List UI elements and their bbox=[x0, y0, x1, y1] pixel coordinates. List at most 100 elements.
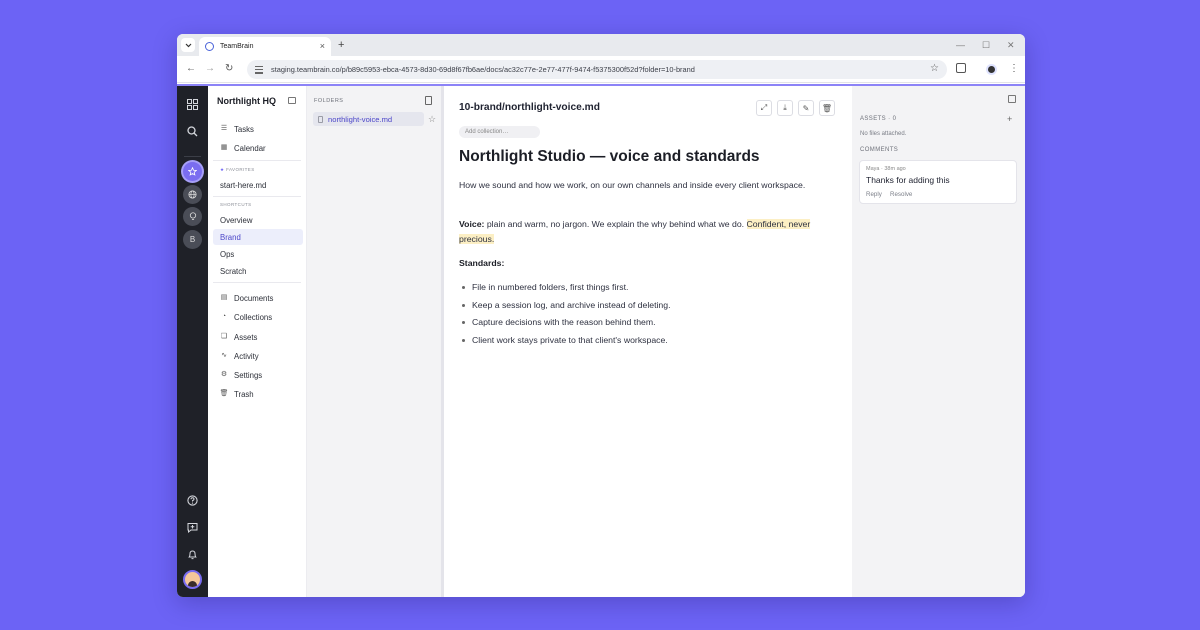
new-tab-button[interactable]: + bbox=[338, 38, 344, 52]
comments-caption: COMMENTS bbox=[860, 147, 899, 153]
browser-tab[interactable]: TeamBrain × bbox=[199, 37, 331, 56]
help-icon[interactable] bbox=[177, 490, 208, 510]
divider bbox=[213, 282, 301, 283]
shortcut-scratch[interactable]: Scratch bbox=[213, 263, 303, 279]
apps-grid-icon[interactable] bbox=[177, 94, 208, 114]
favorites-caption: ★ FAVORITES bbox=[220, 167, 255, 172]
tab-search-button[interactable] bbox=[181, 38, 195, 52]
panel-toggle-icon[interactable] bbox=[1008, 95, 1016, 103]
extensions-icon[interactable] bbox=[956, 63, 966, 73]
list-item: Client work stays private to that client… bbox=[459, 332, 671, 350]
sidebar-item-label: Assets bbox=[234, 332, 258, 342]
sidebar-favorite-start-here[interactable]: start-here.md bbox=[213, 177, 303, 193]
sidebar-item-assets[interactable]: ❏ Assets bbox=[213, 329, 303, 345]
site-settings-icon[interactable] bbox=[255, 65, 263, 74]
url-field[interactable]: staging.teambrain.co/p/b89c5953-ebca-457… bbox=[247, 60, 947, 79]
delete-icon[interactable]: 🗑 bbox=[819, 100, 835, 116]
workspace-lightbulb-icon[interactable] bbox=[183, 207, 202, 226]
favorite-star-icon[interactable]: ☆ bbox=[428, 113, 436, 125]
sidebar-item-label: Trash bbox=[234, 389, 254, 399]
folders-panel: FOLDERS northlight-voice.md ☆ bbox=[307, 86, 444, 597]
download-icon[interactable]: ⤓ bbox=[777, 100, 793, 116]
sidebar-item-collections[interactable]: ◔ Collections bbox=[213, 309, 303, 325]
sidebar-item-label: Settings bbox=[234, 370, 263, 380]
standards-heading: Standards: bbox=[459, 258, 505, 268]
standards-list: File in numbered folders, first things f… bbox=[459, 279, 671, 350]
profile-avatar[interactable] bbox=[986, 64, 997, 75]
sidebar-item-label: Activity bbox=[234, 351, 259, 361]
calendar-icon: ▦ bbox=[220, 144, 228, 151]
user-avatar[interactable] bbox=[183, 570, 202, 589]
collapse-sidebar-icon[interactable] bbox=[288, 97, 296, 104]
sidebar-item-settings[interactable]: ⚙ Settings bbox=[213, 367, 303, 383]
intro-paragraph: How we sound and how we work, on our own… bbox=[459, 180, 806, 190]
sidebar-item-activity[interactable]: ∿ Activity bbox=[213, 348, 303, 364]
sidebar-item-calendar[interactable]: ▦ Calendar bbox=[213, 140, 303, 156]
document-icon: ▤ bbox=[220, 294, 228, 301]
checklist-icon: ☰ bbox=[220, 125, 228, 132]
details-panel: ASSETS · 0 + No files attached. COMMENTS… bbox=[852, 86, 1025, 597]
shortcut-ops[interactable]: Ops bbox=[213, 246, 303, 262]
expand-icon[interactable]: ⤢ bbox=[756, 100, 772, 116]
trash-icon: 🗑 bbox=[219, 390, 229, 397]
document-view: 10-brand/northlight-voice.md ⤢ ⤓ ✎ 🗑 Add… bbox=[444, 86, 852, 597]
collections-icon: ◔ bbox=[221, 313, 227, 320]
file-name: northlight-voice.md bbox=[328, 114, 393, 124]
browser-menu-icon[interactable]: ⋮ bbox=[1009, 63, 1019, 75]
bookmark-star-icon[interactable]: ☆ bbox=[930, 63, 939, 75]
url-text: staging.teambrain.co/p/b89c5953-ebca-457… bbox=[271, 65, 695, 74]
shortcut-brand[interactable]: Brand bbox=[213, 229, 303, 245]
sidebar-item-label: Ops bbox=[220, 249, 235, 259]
chevron-down-icon bbox=[185, 43, 191, 47]
back-button[interactable]: ← bbox=[186, 63, 196, 75]
globe-icon bbox=[205, 42, 214, 51]
assets-empty-text: No files attached. bbox=[860, 131, 907, 137]
activity-icon: ∿ bbox=[221, 352, 227, 359]
assets-caption: ASSETS · 0 bbox=[860, 116, 897, 122]
file-row[interactable]: northlight-voice.md bbox=[313, 112, 424, 126]
resolve-button[interactable]: Resolve bbox=[890, 191, 912, 198]
workspace-globe-icon[interactable] bbox=[183, 185, 202, 204]
comment-body: Thanks for adding this bbox=[866, 175, 950, 185]
workspace-b-avatar[interactable]: B bbox=[183, 230, 202, 249]
maximize-button[interactable]: ☐ bbox=[982, 39, 990, 51]
close-tab-icon[interactable]: × bbox=[320, 42, 325, 51]
sidebar-item-label: Calendar bbox=[234, 143, 266, 153]
app-area: B Northlight HQ ☰ Tasks ▦ Calendar ★ FAV… bbox=[177, 84, 1025, 597]
add-collection-input[interactable]: Add collection… bbox=[459, 126, 540, 138]
edit-icon[interactable]: ✎ bbox=[798, 100, 814, 116]
voice-label: Voice: bbox=[459, 219, 485, 229]
rail-divider bbox=[184, 156, 201, 157]
forward-button[interactable]: → bbox=[205, 63, 215, 75]
browser-window: TeamBrain × + — ☐ ✕ ← → ↻ staging.teambr… bbox=[177, 34, 1025, 597]
workspace-favorites-icon[interactable] bbox=[183, 162, 202, 181]
icon-rail: B bbox=[177, 86, 208, 597]
sidebar-item-documents[interactable]: ▤ Documents bbox=[213, 290, 303, 306]
folders-header: FOLDERS bbox=[314, 98, 344, 104]
workspace-sidebar: Northlight HQ ☰ Tasks ▦ Calendar ★ FAVOR… bbox=[208, 86, 307, 597]
reply-button[interactable]: Reply bbox=[866, 191, 882, 198]
workspace-title: Northlight HQ bbox=[217, 96, 276, 106]
feedback-icon[interactable] bbox=[177, 517, 208, 537]
divider bbox=[213, 160, 301, 161]
list-item: File in numbered folders, first things f… bbox=[459, 279, 671, 297]
sidebar-item-label: Brand bbox=[220, 232, 241, 242]
shortcut-overview[interactable]: Overview bbox=[213, 212, 303, 228]
sidebar-item-tasks[interactable]: ☰ Tasks bbox=[213, 121, 303, 137]
new-file-icon[interactable] bbox=[425, 96, 432, 105]
comment-card: Maya · 38m ago Thanks for adding this Re… bbox=[859, 160, 1017, 204]
sidebar-item-trash[interactable]: 🗑 Trash bbox=[213, 386, 303, 402]
document-title: Northlight Studio — voice and standards bbox=[459, 148, 760, 165]
minimize-button[interactable]: — bbox=[956, 39, 965, 51]
search-icon[interactable] bbox=[177, 121, 208, 141]
reload-button[interactable]: ↻ bbox=[225, 63, 233, 75]
sidebar-item-label: Scratch bbox=[220, 266, 247, 276]
document-path: 10-brand/northlight-voice.md bbox=[459, 102, 600, 113]
shortcuts-caption: SHORTCUTS bbox=[220, 202, 252, 207]
address-bar: ← → ↻ staging.teambrain.co/p/b89c5953-eb… bbox=[177, 56, 1025, 83]
tab-strip: TeamBrain × + — ☐ ✕ bbox=[177, 34, 1025, 56]
add-asset-button[interactable]: + bbox=[1007, 114, 1012, 124]
comment-meta: Maya · 38m ago bbox=[866, 166, 906, 172]
close-window-button[interactable]: ✕ bbox=[1007, 39, 1015, 51]
bell-icon[interactable] bbox=[177, 544, 208, 564]
